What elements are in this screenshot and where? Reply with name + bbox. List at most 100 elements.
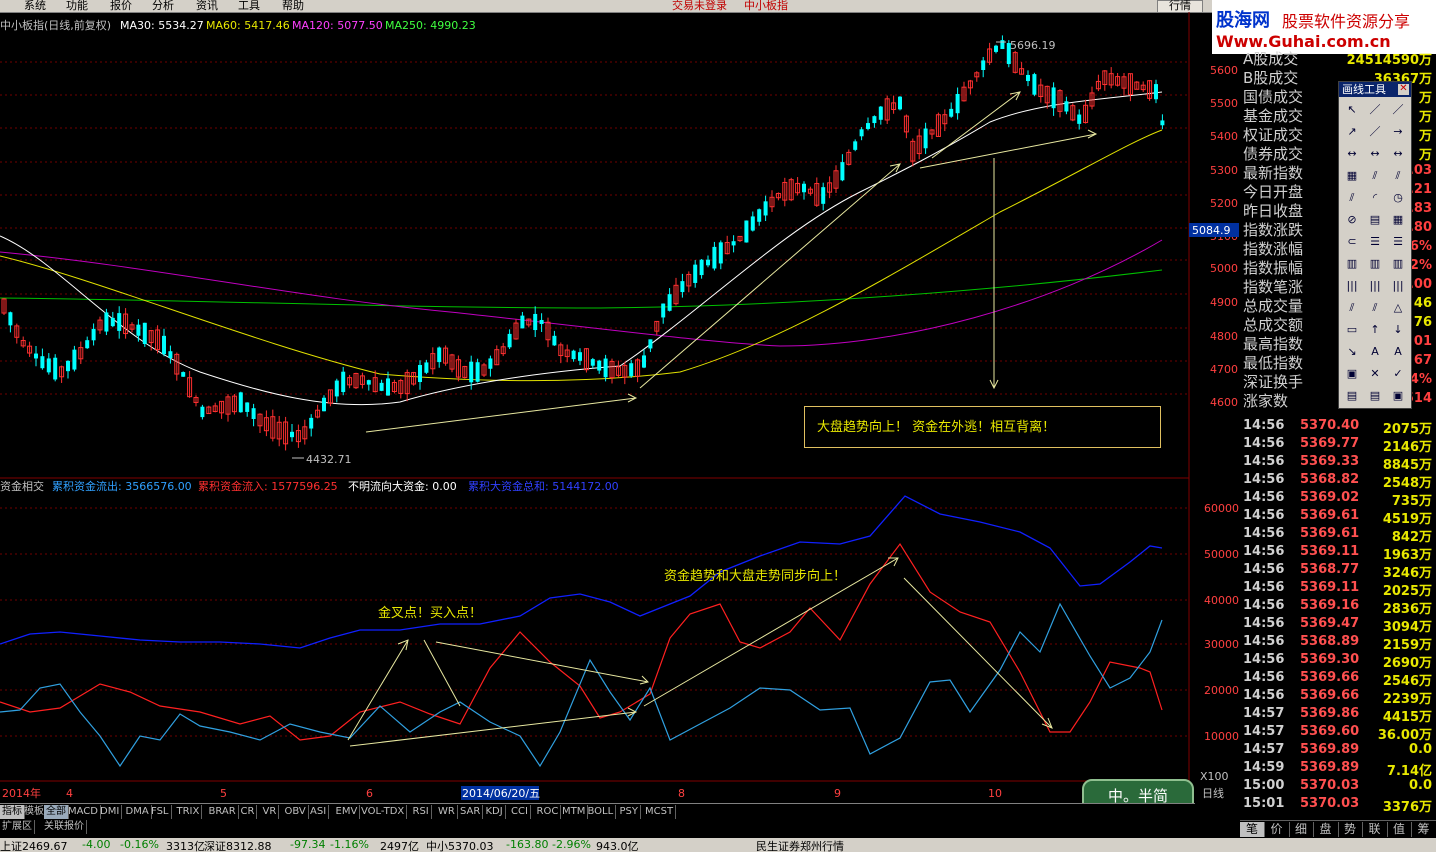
tick-time: 14:56 xyxy=(1243,544,1285,559)
indicator-tab[interactable]: VOL-TDX xyxy=(359,805,408,819)
zx-amount: 943.0亿 xyxy=(596,840,639,852)
draw-tool-icon[interactable]: ⫽ xyxy=(1366,299,1384,317)
draw-tool-icon[interactable]: ▣ xyxy=(1343,365,1361,383)
indicator-tab[interactable]: ASI xyxy=(308,805,330,819)
ma250-label: MA250: 4990.23 xyxy=(385,19,476,32)
draw-tool-icon[interactable]: A xyxy=(1389,343,1407,361)
tick-time: 14:56 xyxy=(1243,634,1285,649)
indicator-tab[interactable]: RSI xyxy=(411,805,432,819)
draw-tool-icon[interactable]: ↔ xyxy=(1366,145,1384,163)
draw-tool-icon[interactable]: ◜ xyxy=(1366,189,1384,207)
draw-tool-icon[interactable]: ▤ xyxy=(1366,387,1384,405)
divergence-annotation: 大盘趋势向上！ 资金在外逃！相互背离！ xyxy=(804,406,1161,448)
indicator-tab[interactable]: MCST xyxy=(643,805,677,819)
draw-tool-icon[interactable]: ↔ xyxy=(1343,145,1361,163)
draw-tool-icon[interactable]: ⫽ xyxy=(1366,167,1384,185)
draw-tool-icon[interactable]: ▤ xyxy=(1366,211,1384,229)
draw-tool-icon[interactable]: △ xyxy=(1389,299,1407,317)
draw-tool-icon[interactable]: ↔ xyxy=(1389,145,1407,163)
price-tick: 4800 xyxy=(1210,330,1238,343)
draw-tool-icon[interactable]: ⊘ xyxy=(1343,211,1361,229)
candle-body xyxy=(840,162,845,181)
draw-tool-icon[interactable]: ▥ xyxy=(1343,255,1361,273)
zx-change: -163.80 xyxy=(506,838,549,851)
indicator-tab[interactable]: WR xyxy=(436,805,458,819)
draw-tool-icon[interactable]: ☰ xyxy=(1389,233,1407,251)
right-tab[interactable]: 联 xyxy=(1363,822,1388,837)
indicator-tab[interactable]: PSY xyxy=(618,805,641,819)
right-tab[interactable]: 细 xyxy=(1289,822,1314,837)
candle-body xyxy=(200,406,205,418)
indicator-tab[interactable]: CCI xyxy=(509,805,531,819)
right-tab[interactable]: 笔 xyxy=(1240,822,1265,837)
draw-tool-icon[interactable]: ▦ xyxy=(1343,167,1361,185)
drawing-tools-window[interactable]: 画线工具 ✕ ↖ ／／ ↗ ／ → ↔ ↔ ↔ ▦ ⫽ ⫽ ⫽ ◜ ◷ ⊘ ▤ ▦ ⊂ ☰ ☰ ▥ ▥ ▥ ||| ||| |||… xyxy=(1338,81,1412,409)
tab-related-quote[interactable]: 关联报价 xyxy=(42,820,87,834)
draw-tool-icon[interactable]: ▤ xyxy=(1343,387,1361,405)
indicator-tab[interactable]: ROC xyxy=(535,805,562,819)
date-tick: 4 xyxy=(66,787,73,800)
tick-time: 14:56 xyxy=(1243,454,1285,469)
close-icon[interactable]: ✕ xyxy=(1398,84,1409,95)
candle-body xyxy=(1000,40,1005,49)
indicator-tab[interactable]: EMV xyxy=(334,805,361,819)
tab-extension[interactable]: 扩展区 xyxy=(0,820,35,834)
indicator-tab[interactable]: DMA xyxy=(124,805,152,819)
right-tab[interactable]: 势 xyxy=(1338,822,1363,837)
candle-body xyxy=(802,183,806,193)
draw-tool-icon[interactable]: ▭ xyxy=(1343,321,1361,339)
draw-tool-icon[interactable]: ↘ xyxy=(1343,343,1361,361)
indicator-tab[interactable]: VR xyxy=(261,805,280,819)
right-tab[interactable]: 筹 xyxy=(1412,822,1436,837)
indicator-tab[interactable]: BOLL xyxy=(586,805,617,819)
candle-body xyxy=(552,335,557,346)
indicator-tab[interactable]: MACD xyxy=(66,805,101,819)
draw-tool-icon[interactable]: → xyxy=(1389,123,1407,141)
tick-time: 14:56 xyxy=(1243,562,1285,577)
draw-tool-icon[interactable]: ||| xyxy=(1389,277,1407,295)
draw-tool-icon[interactable]: ▦ xyxy=(1389,211,1407,229)
right-tab[interactable]: 价 xyxy=(1265,822,1290,837)
right-tab[interactable]: 盘 xyxy=(1314,822,1339,837)
indicator-tab[interactable]: KDJ xyxy=(484,805,506,819)
draw-tool-icon[interactable]: ✓ xyxy=(1389,365,1407,383)
indicator-tab[interactable]: OBV xyxy=(283,805,309,819)
draw-tool-icon[interactable]: A xyxy=(1366,343,1384,361)
indicator-tab[interactable]: FSL xyxy=(149,805,172,819)
indicator-tab[interactable]: CR xyxy=(239,805,258,819)
draw-tool-icon[interactable]: ／ xyxy=(1366,123,1384,141)
draw-tool-icon[interactable]: ↗ xyxy=(1343,123,1361,141)
draw-tool-icon[interactable]: ⫽ xyxy=(1343,299,1361,317)
draw-tool-icon[interactable]: ✕ xyxy=(1366,365,1384,383)
draw-tool-icon[interactable]: ／ xyxy=(1366,101,1384,119)
draw-tool-icon[interactable]: ↑ xyxy=(1366,321,1384,339)
draw-tool-icon[interactable]: ↖ xyxy=(1343,101,1361,119)
draw-tool-icon[interactable]: ▥ xyxy=(1366,255,1384,273)
candle-body xyxy=(706,259,710,266)
draw-tool-icon[interactable]: ↓ xyxy=(1389,321,1407,339)
draw-tool-icon[interactable]: ▥ xyxy=(1389,255,1407,273)
draw-tool-icon[interactable]: ⫽ xyxy=(1343,189,1361,207)
indicator-tab[interactable]: BRAR xyxy=(207,805,239,819)
draw-tool-icon[interactable]: ||| xyxy=(1366,277,1384,295)
tick-time: 14:56 xyxy=(1243,670,1285,685)
draw-tool-icon[interactable]: ☰ xyxy=(1366,233,1384,251)
indicator-tab[interactable]: MTM xyxy=(560,805,589,819)
draw-tool-icon[interactable]: ⊂ xyxy=(1343,233,1361,251)
draw-tool-icon[interactable]: ⫽ xyxy=(1389,167,1407,185)
tick-row: 14:57 5369.60 36.00万 xyxy=(1240,724,1436,743)
indicator-tab[interactable]: SAR xyxy=(458,805,484,819)
draw-tool-icon[interactable]: ▣ xyxy=(1389,387,1407,405)
draw-tool-icon[interactable]: ||| xyxy=(1343,277,1361,295)
draw-tool-icon[interactable]: ◷ xyxy=(1389,189,1407,207)
right-tab[interactable]: 值 xyxy=(1387,822,1412,837)
period-label[interactable]: 日线 xyxy=(1202,786,1224,800)
tick-price: 5369.11 xyxy=(1300,544,1360,559)
indicator-tab[interactable]: DMI xyxy=(98,805,123,819)
draw-tool-icon[interactable]: ／ xyxy=(1389,101,1407,119)
tick-price: 5368.82 xyxy=(1300,472,1360,487)
candle-body xyxy=(424,362,429,373)
info-label: 最高指数 xyxy=(1243,335,1304,353)
tick-row: 14:56 5369.47 3094万 xyxy=(1240,616,1436,635)
indicator-tab[interactable]: TRIX xyxy=(175,805,203,819)
